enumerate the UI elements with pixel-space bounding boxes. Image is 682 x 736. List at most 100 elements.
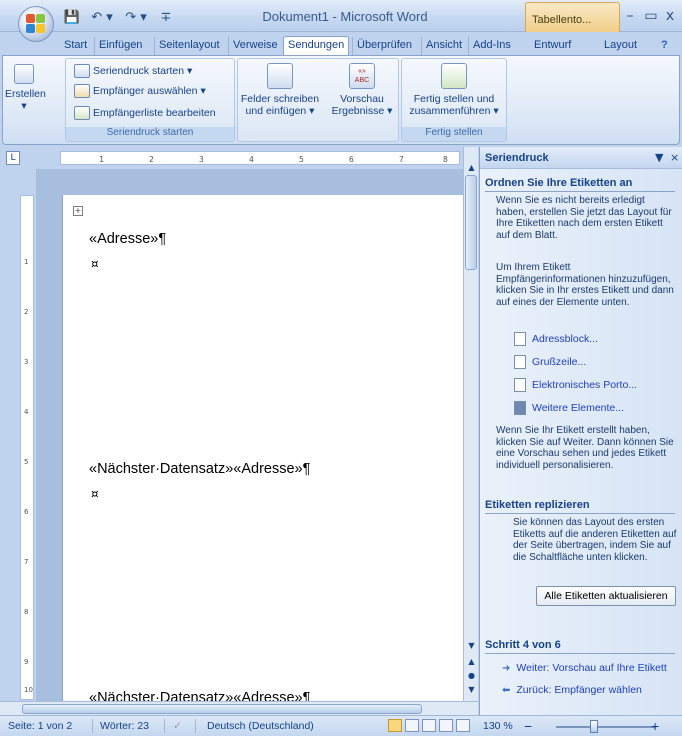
tab-start[interactable]: Start <box>60 37 91 55</box>
link-adressblock[interactable]: Adressblock... <box>514 332 598 346</box>
ruler-mark: 1 <box>99 155 104 164</box>
scroll-up-icon[interactable]: ▲ <box>464 161 479 175</box>
next-step-link[interactable]: ➜ Weiter: Vorschau auf Ihre Etikett <box>502 662 667 674</box>
web-layout-view-icon[interactable] <box>422 719 436 732</box>
doc-field-naechster-adresse-3[interactable]: «Nächster·Datensatz»«Adresse»¶ <box>89 690 310 701</box>
empfaengerliste-bearbeiten-button[interactable]: Empfängerliste bearbeiten <box>74 104 216 122</box>
scroll-down-icon[interactable]: ▼ <box>464 639 479 653</box>
instruction-text-1: Wenn Sie es nicht bereits erledigt haben… <box>496 195 672 241</box>
group-seriendruck-starten: Seriendruck starten ▾ Empfänger auswählen… <box>65 58 235 142</box>
word-count[interactable]: Wörter: 23 <box>100 720 149 732</box>
dropdown-arrow-icon: ▾ <box>21 100 27 112</box>
vruler-mark: 3 <box>24 358 29 366</box>
tab-einfuegen[interactable]: Einfügen <box>94 37 146 55</box>
vertical-ruler[interactable]: 1 2 3 4 5 6 7 8 9 10 <box>20 195 34 700</box>
tab-verweise[interactable]: Verweise <box>228 37 282 55</box>
close-button[interactable]: x <box>660 8 680 24</box>
previous-page-icon[interactable]: ▲ <box>464 655 479 669</box>
previous-step-label: Zurück: Empfänger wählen <box>516 684 642 696</box>
document-icon <box>74 64 90 78</box>
seriendruck-starten-button[interactable]: Seriendruck starten ▾ <box>74 62 192 80</box>
tab-addins[interactable]: Add-Ins <box>468 37 515 55</box>
group-felder-vorschau: Felder schreiben und einfügen ▾ «» ABC Vo… <box>237 58 399 142</box>
empfaenger-auswaehlen-label: Empfänger auswählen <box>93 85 198 97</box>
zoom-in-button[interactable]: + <box>651 718 659 734</box>
alle-etiketten-aktualisieren-button[interactable]: Alle Etiketten aktualisieren <box>536 586 676 606</box>
doc-field-adresse[interactable]: «Adresse»¶ <box>89 231 166 247</box>
ruler-mark: 3 <box>199 155 204 164</box>
felder-schreiben-button[interactable]: Felder schreiben und einfügen ▾ <box>240 63 320 117</box>
proofing-check-icon[interactable]: ✓ <box>173 720 182 732</box>
empfaenger-auswaehlen-button[interactable]: Empfänger auswählen ▾ <box>74 82 206 100</box>
zoom-out-button[interactable]: − <box>524 718 532 734</box>
ruler-mark: 2 <box>149 155 154 164</box>
doc-field-naechster-adresse[interactable]: «Nächster·Datensatz»«Adresse»¶ <box>89 461 310 477</box>
full-screen-reading-view-icon[interactable] <box>405 719 419 732</box>
minimize-button[interactable]: – <box>620 8 640 24</box>
zoom-level[interactable]: 130 % <box>483 720 513 732</box>
zoom-slider[interactable] <box>556 726 656 728</box>
vruler-mark: 10 <box>24 686 33 694</box>
browse-object-icon[interactable]: ● <box>464 669 479 683</box>
ruler-mark: 6 <box>349 155 354 164</box>
undo-icon[interactable]: ↶ ▾ <box>88 8 116 26</box>
zoom-slider-thumb[interactable] <box>590 720 598 733</box>
maximize-button[interactable]: ▭ <box>641 8 661 24</box>
arrow-right-icon: ➜ <box>502 662 511 674</box>
link-grusszeile-label: Grußzeile... <box>532 356 587 368</box>
tab-ansicht[interactable]: Ansicht <box>421 37 466 55</box>
group-label-fertig-stellen: Fertig stellen <box>402 127 506 141</box>
hscroll-thumb[interactable] <box>22 704 422 714</box>
document-page[interactable]: + «Adresse»¶ ¤ «Nächster·Datensatz»«Adre… <box>62 195 463 701</box>
task-pane-close-icon[interactable]: × <box>670 151 679 164</box>
tab-seitenlayout[interactable]: Seitenlayout <box>154 37 224 55</box>
tab-sendungen[interactable]: Sendungen <box>283 36 350 56</box>
edit-list-icon <box>74 106 90 120</box>
horizontal-ruler[interactable]: 1 2 3 4 5 6 7 8 <box>60 151 460 165</box>
next-page-icon[interactable]: ▼ <box>464 683 479 697</box>
previous-step-link[interactable]: ⬅ Zurück: Empfänger wählen <box>502 684 642 696</box>
save-icon[interactable]: 💾 <box>62 8 82 26</box>
customize-toolbar-icon[interactable]: ∓ <box>156 8 176 26</box>
outline-view-icon[interactable] <box>439 719 453 732</box>
vruler-mark: 4 <box>24 408 29 416</box>
task-pane-options-icon[interactable]: ▼ <box>655 151 663 164</box>
vruler-mark: 9 <box>24 658 29 666</box>
preview-abc-icon: «» ABC <box>349 63 375 89</box>
horizontal-scrollbar[interactable] <box>0 701 478 715</box>
language-indicator[interactable]: Deutsch (Deutschland) <box>207 720 314 732</box>
instruction-text-3: Wenn Sie Ihr Etikett erstellt haben, kli… <box>496 425 674 471</box>
link-grusszeile[interactable]: Grußzeile... <box>514 355 586 369</box>
vorschau-ergebnisse-button[interactable]: «» ABC Vorschau Ergebnisse ▾ <box>328 63 396 117</box>
draft-view-icon[interactable] <box>456 719 470 732</box>
tab-layout[interactable]: Layout <box>598 37 643 55</box>
page-count[interactable]: Seite: 1 von 2 <box>8 720 72 732</box>
help-icon[interactable]: ? <box>655 37 674 55</box>
link-elektronisches-porto[interactable]: Elektronisches Porto... <box>514 378 637 392</box>
ruler-mark: 8 <box>443 155 448 164</box>
table-move-handle-icon[interactable]: + <box>73 206 83 216</box>
ruler-mark: 4 <box>249 155 254 164</box>
status-bar: Seite: 1 von 2 Wörter: 23 ✓ Deutsch (Deu… <box>0 715 682 736</box>
print-layout-view-icon[interactable] <box>388 719 402 732</box>
office-button[interactable] <box>18 6 54 42</box>
tab-selector-icon[interactable]: L <box>6 151 20 165</box>
postage-icon <box>514 378 526 392</box>
envelope-icon <box>14 64 34 84</box>
instruction-text-2: Um Ihrem Etikett Empfängerinformationen … <box>496 262 674 308</box>
redo-icon[interactable]: ↷ ▾ <box>122 8 150 26</box>
address-block-icon <box>514 332 526 346</box>
status-separator <box>92 719 93 733</box>
vertical-scrollbar[interactable]: ▲ ▼ ▲ ● ▼ <box>463 147 478 701</box>
fertig-stellen-button[interactable]: Fertig stellen und zusammenführen ▾ <box>404 63 504 117</box>
more-items-icon <box>514 401 526 415</box>
felder-line1: Felder schreiben <box>240 93 320 105</box>
erstellen-button[interactable]: Erstellen ▾ <box>5 64 46 112</box>
link-weitere-elemente[interactable]: Weitere Elemente... <box>514 401 624 415</box>
task-pane-body: Ordnen Sie Ihre Etiketten an Wenn Sie es… <box>480 169 682 715</box>
vruler-mark: 1 <box>24 258 29 266</box>
scroll-thumb[interactable] <box>465 175 477 270</box>
tab-ueberpruefen[interactable]: Überprüfen <box>352 37 416 55</box>
tab-entwurf[interactable]: Entwurf <box>528 37 577 55</box>
vorschau-line1: Vorschau <box>340 93 384 105</box>
